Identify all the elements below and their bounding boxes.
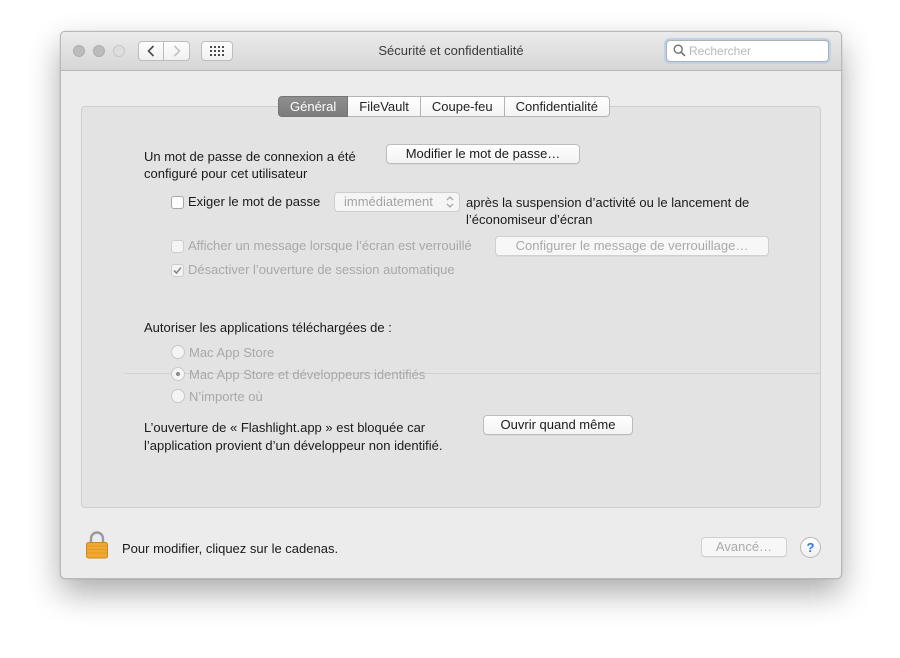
- radio-anywhere-label: N’importe où: [189, 389, 263, 404]
- disable-autologin-label: Désactiver l’ouverture de session automa…: [188, 262, 455, 277]
- tab-filevault[interactable]: FileVault: [348, 96, 421, 117]
- search-field[interactable]: [666, 40, 829, 62]
- tab-privacy[interactable]: Confidentialité: [504, 96, 610, 117]
- require-password-after-line2: l’économiseur d’écran: [466, 212, 593, 227]
- show-message-label: Afficher un message lorsque l’écran est …: [188, 238, 472, 253]
- preferences-window: Sécurité et confidentialité Un mot de pa…: [60, 31, 842, 579]
- lock-hint-text: Pour modifier, cliquez sur le cadenas.: [122, 541, 339, 556]
- updown-arrows-icon: [446, 196, 454, 208]
- password-status-text: Un mot de passe de connexion a été confi…: [144, 148, 356, 182]
- require-password-after-text: après la suspension d’activité ou le lan…: [466, 194, 749, 228]
- require-password-checkbox[interactable]: [171, 196, 184, 209]
- downloads-heading: Autoriser les applications téléchargées …: [144, 320, 392, 335]
- show-message-checkbox[interactable]: [171, 240, 184, 253]
- help-button[interactable]: ?: [800, 537, 821, 558]
- title-bar: Sécurité et confidentialité: [61, 32, 841, 71]
- general-panel: Un mot de passe de connexion a été confi…: [81, 106, 821, 508]
- tab-firewall[interactable]: Coupe-feu: [420, 96, 505, 117]
- question-mark-icon: ?: [806, 540, 815, 555]
- blocked-app-line2: l’application provient d’un développeur …: [144, 438, 443, 453]
- advanced-button[interactable]: Avancé…: [701, 537, 787, 557]
- radio-mac-app-store-label: Mac App Store: [189, 345, 275, 360]
- open-anyway-button[interactable]: Ouvrir quand même: [483, 415, 633, 435]
- radio-mac-app-store[interactable]: [171, 345, 185, 359]
- checkmark-icon: [173, 266, 182, 275]
- change-password-button[interactable]: Modifier le mot de passe…: [386, 144, 580, 164]
- blocked-app-text: L’ouverture de « Flashlight.app » est bl…: [144, 419, 443, 455]
- require-password-after-line1: après la suspension d’activité ou le lan…: [466, 195, 750, 210]
- tab-general[interactable]: Général: [278, 96, 349, 117]
- require-password-delay-value: immédiatement: [344, 194, 433, 209]
- search-input[interactable]: [689, 43, 821, 59]
- require-password-delay-select[interactable]: immédiatement: [334, 192, 460, 212]
- require-password-label: Exiger le mot de passe: [188, 194, 321, 209]
- blocked-app-line1: L’ouverture de « Flashlight.app » est bl…: [144, 420, 426, 435]
- password-status-line1: Un mot de passe de connexion a été: [144, 149, 356, 164]
- configure-lock-message-button[interactable]: Configurer le message de verrouillage…: [495, 236, 769, 256]
- radio-identified-developers-label: Mac App Store et développeurs identifiés: [189, 367, 426, 382]
- tab-bar: Général FileVault Coupe-feu Confidential…: [278, 96, 610, 117]
- password-status-line2: configuré pour cet utilisateur: [144, 166, 308, 181]
- radio-identified-developers[interactable]: [171, 367, 185, 381]
- radio-anywhere[interactable]: [171, 389, 185, 403]
- disable-autologin-checkbox[interactable]: [171, 264, 184, 277]
- magnifier-icon: [673, 44, 686, 57]
- padlock-icon[interactable]: [85, 530, 109, 560]
